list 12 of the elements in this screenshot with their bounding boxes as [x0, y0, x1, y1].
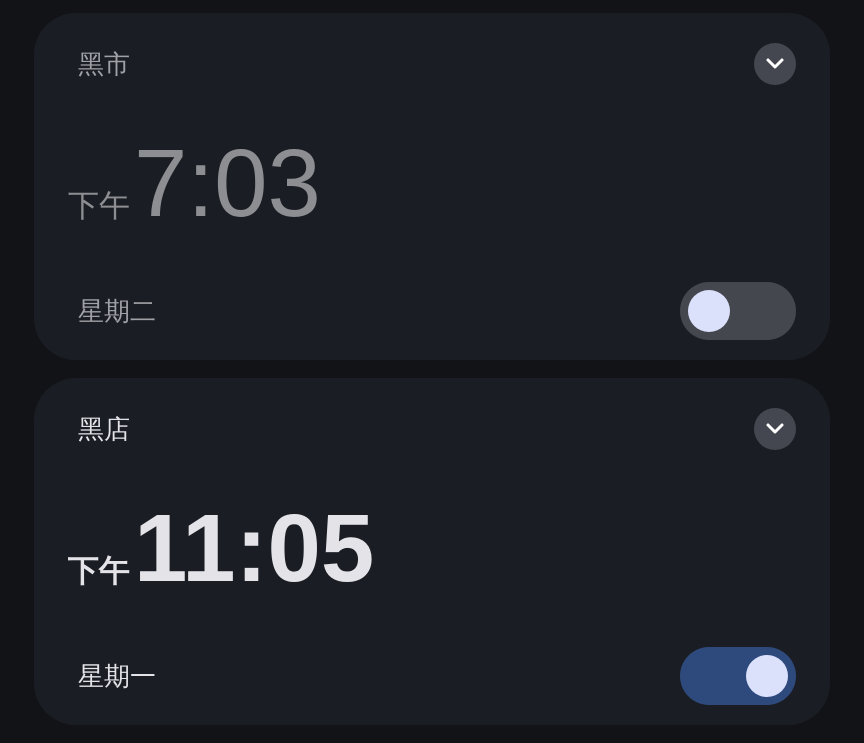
alarm-period: 下午 [68, 186, 130, 226]
alarm-label: 黑店 [78, 414, 130, 446]
alarm-period: 下午 [68, 552, 130, 590]
chevron-down-icon [765, 57, 785, 71]
alarm-time[interactable]: 11:05 [134, 500, 374, 596]
alarm-days: 星期一 [78, 658, 156, 694]
alarm-time[interactable]: 7:03 [134, 136, 321, 232]
alarm-days: 星期二 [78, 294, 156, 328]
chevron-down-icon [765, 422, 785, 436]
expand-button[interactable] [754, 408, 796, 450]
alarm-label: 黑市 [78, 48, 130, 82]
expand-button[interactable] [754, 43, 796, 85]
